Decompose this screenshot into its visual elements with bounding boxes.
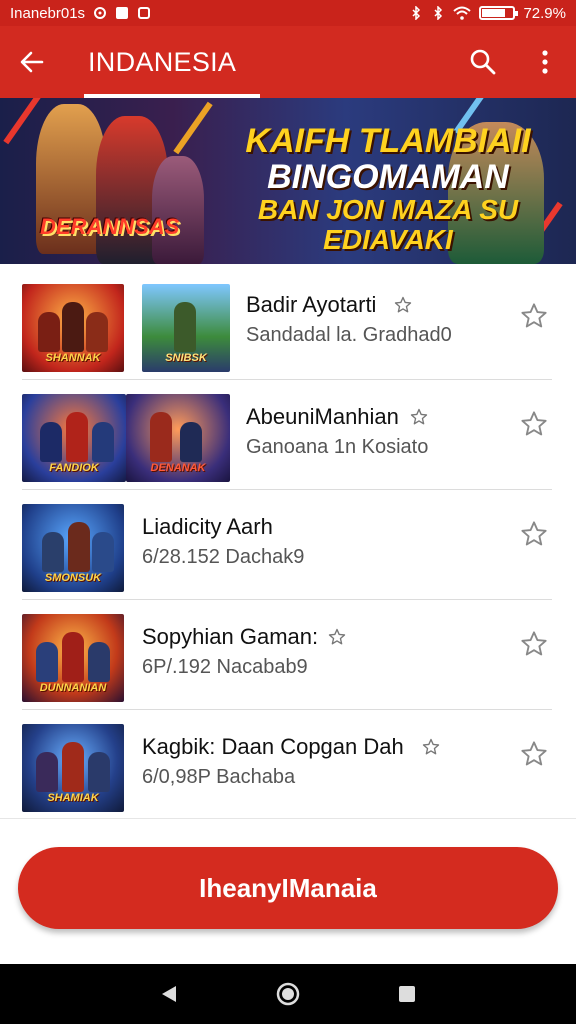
status-carrier: Inanebr01s <box>10 4 86 22</box>
back-triangle-icon <box>162 986 177 1002</box>
system-nav-bar <box>0 964 576 1024</box>
banner-logo: DERANNSAS <box>40 214 180 239</box>
favorite-star-icon[interactable] <box>520 740 548 768</box>
nav-back-button[interactable] <box>149 974 189 1014</box>
battery-icon <box>479 6 519 20</box>
game-title: Liadicity Aarh <box>142 514 273 539</box>
bluetooth-icon <box>412 6 421 20</box>
nav-home-button[interactable] <box>268 974 308 1014</box>
bluetooth-icon <box>434 6 443 20</box>
game-thumbnail: SHANNAK <box>22 284 124 372</box>
banner-line-1: KAIFH TLAMBIAII <box>245 122 531 160</box>
banner-headline: KAIFH TLAMBIAII BINGOMAMAN BAN JON MAZA … <box>218 122 558 255</box>
favorite-star-icon[interactable] <box>520 630 548 658</box>
status-bar: Inanebr01s 72.9% <box>0 0 576 26</box>
list-item[interactable]: DUNNANIAN Sopyhian Gaman: 6P/.192 Nacaba… <box>0 600 576 710</box>
page-title: INDANESIA <box>88 46 237 77</box>
game-subtitle: 6P/.192 Nacabab9 <box>142 656 308 678</box>
favorite-star-icon[interactable] <box>520 302 548 330</box>
game-title: Sopyhian Gaman: <box>142 624 319 649</box>
game-thumbnail: SHAMIAK <box>22 724 124 812</box>
list-item[interactable]: SHANNAK SNIBSK Badir Ayotarti Sandadal l… <box>0 270 576 380</box>
game-title: AbeuniManhian <box>246 404 399 429</box>
title-tab[interactable]: INDANESIA <box>64 26 261 98</box>
game-subtitle: Sandadal la. Gradhad0 <box>246 324 452 346</box>
app-bar: INDANESIA <box>0 26 576 98</box>
promo-banner[interactable]: DERANNSAS KAIFH TLAMBIAII BINGOMAMAN BAN… <box>0 98 576 264</box>
list-item[interactable]: SMONSUK Liadicity Aarh 6/28.152 Dachak9 <box>0 490 576 600</box>
banner-line-2: BINGOMAMAN <box>267 157 509 196</box>
game-title: Badir Ayotarti <box>246 292 377 317</box>
banner-character-3 <box>152 156 204 264</box>
primary-action-label: IheanyIManaia <box>199 872 377 903</box>
game-thumbnail: FANDIOK <box>22 394 126 482</box>
notification-icon <box>138 7 151 19</box>
status-battery-text: 72.9% <box>523 4 566 22</box>
game-thumbnail: SNIBSK <box>142 284 230 372</box>
back-button[interactable] <box>0 26 64 98</box>
game-thumbnail: DUNNANIAN <box>22 614 124 702</box>
square-icon <box>116 7 129 19</box>
settings-icon <box>94 7 107 19</box>
list-item[interactable]: FANDIOK DENANAK AbeuniManhian Ganoana 1n… <box>0 380 576 490</box>
star-outline-icon <box>410 408 428 425</box>
search-icon <box>470 49 496 75</box>
list-item[interactable]: SHAMIAK Kagbik: Daan Copgan Dah 6/0,98P … <box>0 710 576 820</box>
game-subtitle: 6/0,98P Bachaba <box>142 766 296 788</box>
cta-area: IheanyIManaia <box>0 818 576 964</box>
recents-square-icon <box>398 986 415 1002</box>
star-outline-icon <box>394 296 412 313</box>
nav-recents-button[interactable] <box>387 974 427 1014</box>
home-circle-icon <box>276 982 300 1006</box>
more-vert-icon <box>542 50 548 74</box>
overflow-menu-button[interactable] <box>514 26 576 98</box>
arrow-left-icon <box>20 51 44 73</box>
wifi-icon <box>453 6 472 20</box>
game-title: Kagbik: Daan Copgan Dah <box>142 734 404 759</box>
game-thumbnail: DENANAK <box>126 394 230 482</box>
favorite-star-icon[interactable] <box>520 410 548 438</box>
game-thumbnail: SMONSUK <box>22 504 124 592</box>
star-outline-icon <box>328 628 346 645</box>
primary-action-button[interactable]: IheanyIManaia <box>18 847 558 929</box>
star-outline-icon <box>422 738 440 755</box>
banner-line-3: BAN JON MAZA SU EDIAVAKI <box>257 194 519 255</box>
favorite-star-icon[interactable] <box>520 520 548 548</box>
game-subtitle: Ganoana 1n Kosiato <box>246 436 429 458</box>
game-subtitle: 6/28.152 Dachak9 <box>142 546 305 568</box>
search-button[interactable] <box>452 26 514 98</box>
